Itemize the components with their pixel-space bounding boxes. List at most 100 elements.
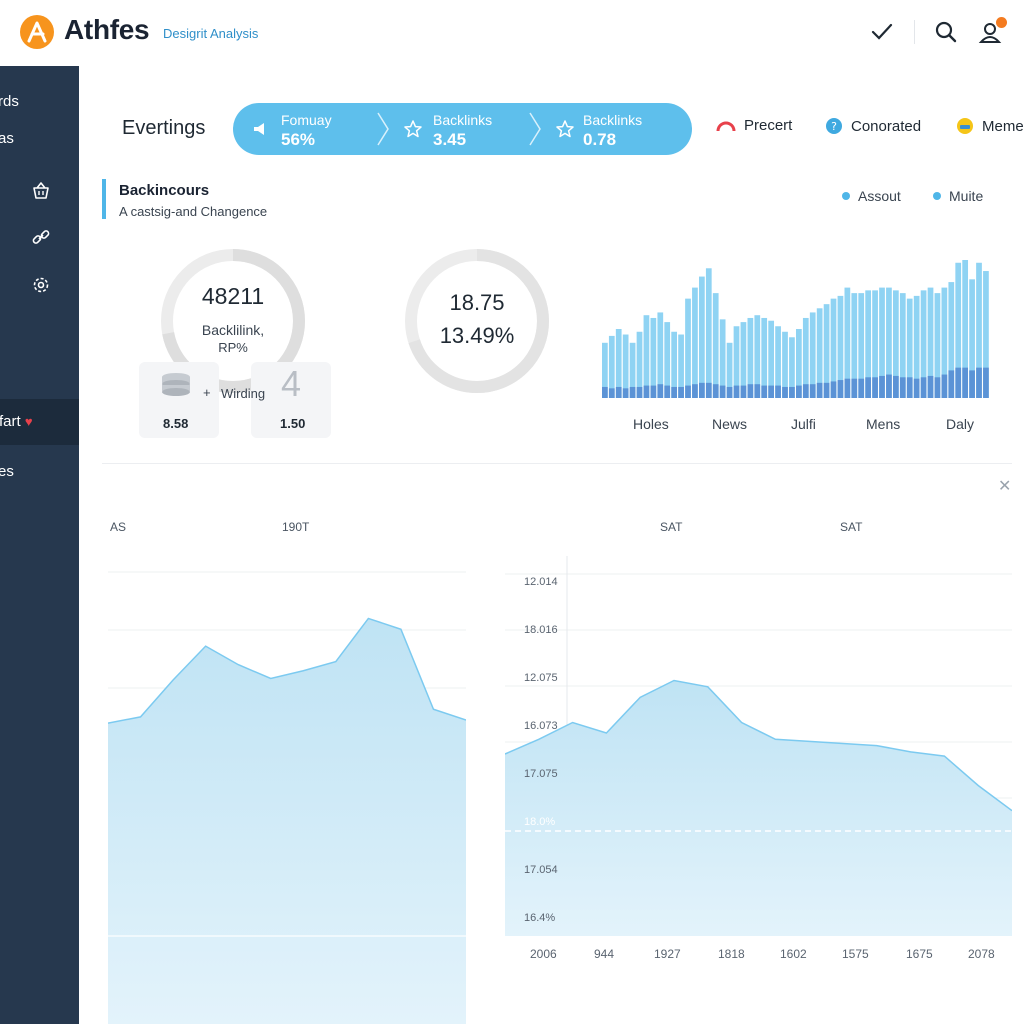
plus-icon: + [203,385,211,400]
legend-label: Assout [858,188,901,204]
chip-label: Precert [744,117,793,134]
brand-logo-icon[interactable] [20,15,54,49]
bar-category-label: Daly [946,416,975,432]
heart-icon: ♥ [24,414,33,429]
x-tick-label: 2006 [530,947,557,961]
basket-icon[interactable] [30,179,52,201]
bar-series-2 [664,385,671,398]
link-icon[interactable] [30,226,52,248]
area-chart-left [108,571,466,1024]
chip-meme[interactable]: Meme [956,117,1024,135]
star-icon [556,120,574,138]
legend-item-assout: Assout [842,188,901,204]
bar-series-1 [705,268,712,398]
sidebar-item-files[interactable]: es [0,463,14,480]
close-icon[interactable]: ✕ [998,476,1011,496]
mini-glyph: 4 [281,363,302,404]
bar-series-2 [830,381,837,398]
brand-subtitle: Desigrit Analysis [163,26,259,41]
bar-series-2 [823,382,830,398]
help-icon: ? [826,118,842,134]
bar-series-2 [608,388,615,398]
bar-series-2 [865,377,872,398]
bar-category-label: Mens [866,416,901,432]
segment-label: Backlinks [433,112,493,128]
bar-series-2 [719,385,726,398]
bar-series-1 [692,287,698,398]
segment-label: Fomuay [281,112,332,128]
settings-icon[interactable] [30,274,52,296]
x-tick-label: 1602 [780,947,807,961]
sidebar-item-favorites[interactable]: fart ♥ [0,413,33,430]
bar-series-2 [712,384,719,398]
bar-series-2 [906,377,913,398]
bar-chart [602,260,989,398]
chart-column-label: 190T [282,520,310,534]
brand-name: Athfes [64,14,150,45]
bar-series-2 [851,378,858,398]
x-tick-label: 1927 [654,947,681,961]
database-icon [162,373,190,396]
ring1-label: Backlilink, [201,322,265,338]
bar-series-2 [685,385,691,398]
bar-series-2 [809,384,816,398]
metrics-title: Evertings [122,117,206,139]
check-icon[interactable] [868,18,896,46]
chip-conorated[interactable]: ? Conorated [825,117,921,135]
card-subtitle: A castsig-and Changence [119,204,268,219]
bar-series-2 [602,386,608,398]
ring1-sublabel: RP% [218,340,248,355]
sidebar-item-reports[interactable]: as [0,130,14,147]
bar-series-2 [796,385,802,398]
ring2-value: 18.75 [449,290,505,315]
bar-series-2 [629,386,636,398]
bar-series-1 [712,293,719,398]
emoji-icon [957,118,973,134]
segment-value: 56% [281,130,316,149]
sidebar-item-dashboards[interactable]: rds [0,93,19,110]
card-accent [102,179,106,219]
bar-series-2 [747,384,754,398]
sidebar: rds as fart ♥ es [0,66,79,1024]
bar-series-2 [789,386,795,398]
bar-series-2 [733,385,740,398]
metric-segment-fomuay[interactable]: Fomuay 56% [233,103,381,155]
bar-series-2 [692,384,698,398]
bar-category-label: Julfi [791,416,816,432]
bar-series-2 [955,367,962,398]
y-tick-label: 17.075 [524,768,558,780]
y-tick-label: 18.016 [524,624,558,636]
bar-series-2 [941,374,948,398]
svg-text:?: ? [831,120,837,133]
bar-series-2 [678,386,684,398]
bar-series-2 [636,386,643,398]
bar-series-2 [858,378,865,398]
area-fill [505,680,1012,936]
notification-badge [996,17,1007,28]
bar-series-2 [740,385,747,398]
y-tick-label: 18.0% [524,816,556,828]
chart-column-label: AS [110,520,127,534]
ring-gauge-rate [405,249,549,393]
chart-column-label: SAT [840,520,863,534]
metric-segment-backlinks-2[interactable]: Backlinks 0.78 [543,103,691,155]
bar-series-2 [643,385,650,398]
star-icon [404,120,422,138]
y-tick-label: 12.014 [524,576,558,588]
mini-value-right: 1.50 [280,416,306,431]
bar-series-2 [671,386,678,398]
bar-series-2 [768,385,775,398]
megaphone-icon [254,123,264,135]
chip-label: Conorated [851,117,922,135]
search-icon[interactable] [932,18,960,46]
bar-series-2 [969,370,975,398]
bar-series-2 [622,388,629,398]
bar-series-2 [899,377,906,398]
chevron-right-icon [529,112,541,146]
bar-series-2 [816,382,823,398]
bar-series-2 [775,385,781,398]
metric-segment-backlinks-1[interactable]: Backlinks 3.45 [391,103,539,155]
bar-series-2 [934,377,941,398]
chip-precert[interactable]: Precert [716,117,792,134]
ring1-value: 48211 [201,283,265,309]
